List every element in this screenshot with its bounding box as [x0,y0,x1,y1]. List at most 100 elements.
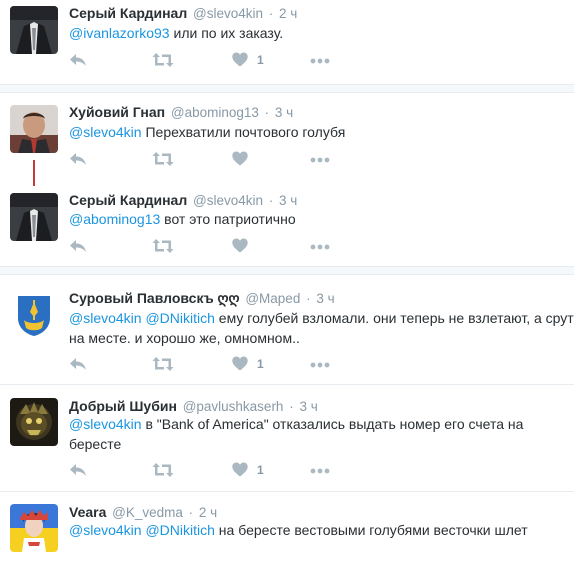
mention-link[interactable]: @slevo4kin [69,522,142,538]
avatar[interactable] [10,398,58,446]
avatar[interactable] [10,504,58,552]
avatar[interactable] [10,105,58,153]
display-name[interactable]: Хуйовий Гнап [69,104,165,120]
timestamp[interactable]: 3 ч [275,105,293,120]
mention-link[interactable]: @DNikitich [145,522,214,538]
tweet[interactable]: Veara @K_vedma · 2 ч @slevo4kin @DNikiti… [0,492,574,575]
retweet-button[interactable] [152,151,174,167]
like-button[interactable]: 1 [232,462,264,477]
mention-link[interactable]: @slevo4kin [69,310,142,326]
mention-link[interactable]: @slevo4kin [69,124,142,140]
tweet-text: @slevo4kin @DNikitich ему голубей взлома… [69,308,574,348]
more-button[interactable] [310,157,330,163]
reply-button[interactable] [69,238,87,254]
reply-icon [70,358,86,370]
tweet-text: @slevo4kin @DNikitich на бересте вестовы… [69,520,569,540]
username[interactable]: @slevo4kin [193,6,263,21]
more-icon [310,468,330,474]
username[interactable]: @K_vedma [112,505,183,520]
tweet-text-part: на бересте вестовыми голубями весточки ш… [214,522,528,538]
retweet-icon [152,357,174,371]
retweet-button[interactable] [152,462,174,478]
heart-icon [232,462,248,477]
tweet-text-part: бересте [69,436,122,452]
retweet-icon [152,152,174,166]
like-button[interactable] [232,151,248,166]
display-name[interactable]: Серый Кардинал [69,192,187,208]
retweet-button[interactable] [152,52,174,68]
reply-button[interactable] [69,462,87,478]
reply-button[interactable] [69,52,87,68]
timestamp[interactable]: 3 ч [316,291,334,306]
thread-line [33,160,35,186]
timestamp[interactable]: 2 ч [279,6,297,21]
separator-dot: · [268,193,274,208]
tweet[interactable]: Серый Кардинал @slevo4kin · 3 ч @abomino… [0,186,574,266]
tweet-text: @slevo4kin Перехватили почтового голубя [69,122,569,142]
tweet-text-part: в "Bank of America" отказались выдать но… [141,416,524,432]
timestamp[interactable]: 3 ч [279,193,297,208]
tweet[interactable]: Суровый Павловскъ ღღ @Maped · 3 ч @slevo… [0,275,574,380]
like-button[interactable] [232,238,248,253]
retweet-icon [152,463,174,477]
retweet-icon [152,53,174,67]
timestamp[interactable]: 3 ч [299,399,317,414]
display-name[interactable]: Veara [69,504,106,520]
tweet-text-part: или по их заказу. [169,25,284,41]
mention-link[interactable]: @abominog13 [69,211,160,227]
like-count: 1 [257,52,264,67]
mention-link[interactable]: @DNikitich [145,310,214,326]
reply-icon [70,153,86,165]
conversation-divider [0,266,574,275]
heart-icon [232,52,248,67]
tweet-text-part: вот это патриотично [160,211,296,227]
username[interactable]: @slevo4kin [193,193,263,208]
heart-icon [232,356,248,371]
like-button[interactable]: 1 [232,52,264,67]
more-button[interactable] [310,58,330,64]
display-name[interactable]: Суровый Павловскъ ღღ [69,290,240,306]
retweet-button[interactable] [152,356,174,372]
timestamp[interactable]: 2 ч [199,505,217,520]
separator-dot: · [264,105,270,120]
reply-icon [70,464,86,476]
tweet[interactable]: Хуйовий Гнап @abominog13 · 3 ч @slevo4ki… [0,93,574,177]
separator-dot: · [306,291,311,306]
separator-dot: · [268,6,274,21]
display-name[interactable]: Серый Кардинал [69,5,187,21]
like-count: 1 [257,356,264,371]
avatar[interactable] [10,193,58,241]
more-icon [310,157,330,163]
avatar[interactable] [10,290,58,338]
separator-dot: · [289,399,294,414]
tweet-text: @abominog13 вот это патриотично [69,209,569,229]
tweet-text: @ivanlazorko93 или по их заказу. [69,23,569,43]
username[interactable]: @pavlushkaserh [183,399,284,414]
username[interactable]: @Maped [245,291,300,306]
more-button[interactable] [310,362,330,368]
avatar[interactable] [10,6,58,54]
separator-dot: · [188,505,194,520]
more-button[interactable] [310,468,330,474]
reply-button[interactable] [69,151,87,167]
more-icon [310,244,330,250]
mention-link[interactable]: @ivanlazorko93 [69,25,170,41]
heart-icon [232,238,248,253]
username[interactable]: @abominog13 [171,105,259,120]
conversation-divider [0,84,574,93]
reply-button[interactable] [69,356,87,372]
like-button[interactable]: 1 [232,356,264,371]
tweet-text: @slevo4kin в "Bank of America" отказалис… [69,414,569,454]
retweet-button[interactable] [152,238,174,254]
heart-icon [232,151,248,166]
mention-link[interactable]: @slevo4kin [69,416,142,432]
reply-icon [70,240,86,252]
tweet[interactable]: Добрый Шубин @pavlushkaserh · 3 ч @slevo… [0,385,574,491]
tweet-text-part: на месте. и хорошо же, омномном.. [69,330,300,346]
display-name[interactable]: Добрый Шубин [69,398,177,414]
more-icon [310,362,330,368]
more-button[interactable] [310,244,330,250]
retweet-icon [152,239,174,253]
tweet[interactable]: Серый Кардинал @slevo4kin · 2 ч @ivanlaz… [0,0,574,84]
reply-icon [70,54,86,66]
